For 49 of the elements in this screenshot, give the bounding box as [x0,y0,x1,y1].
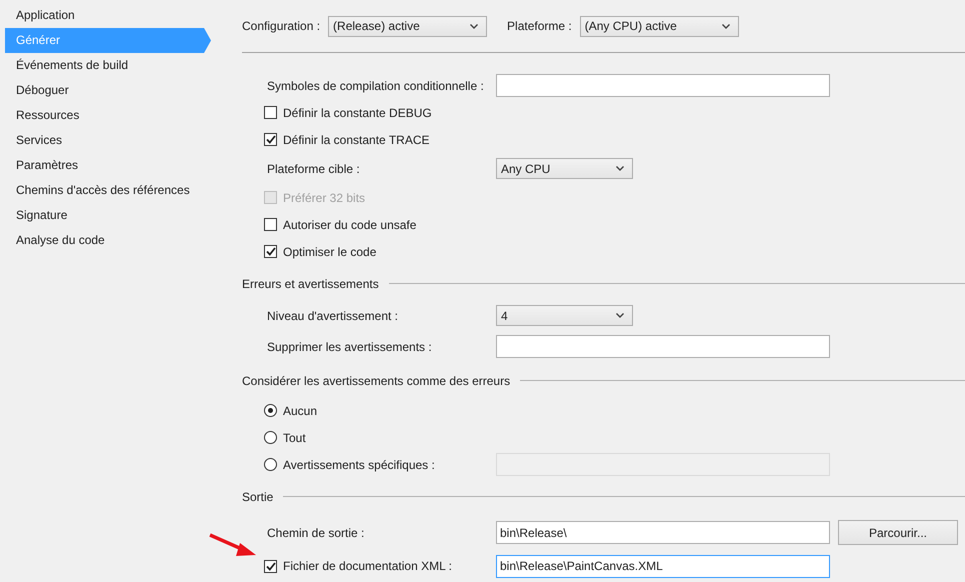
sidebar-item[interactable]: Services [5,128,211,153]
sidebar-item[interactable]: Déboguer [5,78,211,103]
chevron-down-icon [470,24,478,28]
checkbox[interactable] [264,560,277,572]
checkbox-label: Optimiser le code [283,244,376,258]
sidebar-item[interactable]: Analyse du code [5,228,211,253]
checkbox-label: Fichier de documentation XML : [283,559,452,573]
radio-label: Aucun [283,404,318,418]
sidebar-item[interactable]: Signature [5,203,211,228]
dropdown[interactable]: (Any CPU) active [580,16,739,36]
radio-label: Tout [283,430,306,444]
field-label: Niveau d'avertissement : [267,308,400,322]
dropdown[interactable]: (Release) active [328,16,488,36]
sidebar-item[interactable]: Application [5,3,211,28]
checkbox-label: Préférer 32 bits [283,190,366,204]
chevron-down-icon [722,24,730,28]
checkbox[interactable] [264,106,277,119]
dropdown[interactable]: 4 [496,305,633,326]
checkbox[interactable] [264,218,277,231]
input-field[interactable]: bin\Release\PaintCanvas.XML [496,554,830,578]
input-field[interactable]: bin\Release\ [496,521,830,544]
sidebar-item[interactable]: Événements de build [5,53,211,78]
field-label: Supprimer les avertissements : [267,340,433,354]
field-label: Symboles de compilation conditionnelle : [267,78,485,92]
section-heading: Erreurs et avertissements [242,276,379,290]
sidebar-item[interactable]: Chemins d'accès des références [5,178,211,203]
chevron-down-icon [616,166,624,171]
dropdown-label: Plateforme : [507,19,572,33]
sidebar-item[interactable]: Ressources [5,103,211,128]
checkbox-label: Autoriser du code unsafe [283,218,416,232]
radio-button[interactable] [264,431,277,444]
chevron-down-icon [616,313,624,318]
input-field[interactable] [496,74,830,97]
radio-label: Avertissements spécifiques : [283,458,435,472]
field-label: Plateforme cible : [267,162,361,176]
browse-button[interactable]: Parcourir... [838,520,958,545]
annotation-arrow [208,533,258,559]
checkbox-label: Définir la constante TRACE [283,132,430,146]
radio-button[interactable] [264,404,277,417]
checkbox[interactable] [264,133,277,146]
checkbox[interactable] [264,245,277,258]
field-label: Chemin de sortie : [267,526,366,540]
dropdown-label: Configuration : [242,19,320,33]
dropdown[interactable]: Any CPU [496,158,633,179]
section-heading: Considérer les avertissements comme des erreurs [242,374,510,388]
sidebar-item[interactable]: Paramètres [5,153,211,178]
section-heading: Sortie [242,490,274,504]
input-field[interactable] [496,335,830,358]
checkbox-label: Définir la constante DEBUG [283,106,432,120]
